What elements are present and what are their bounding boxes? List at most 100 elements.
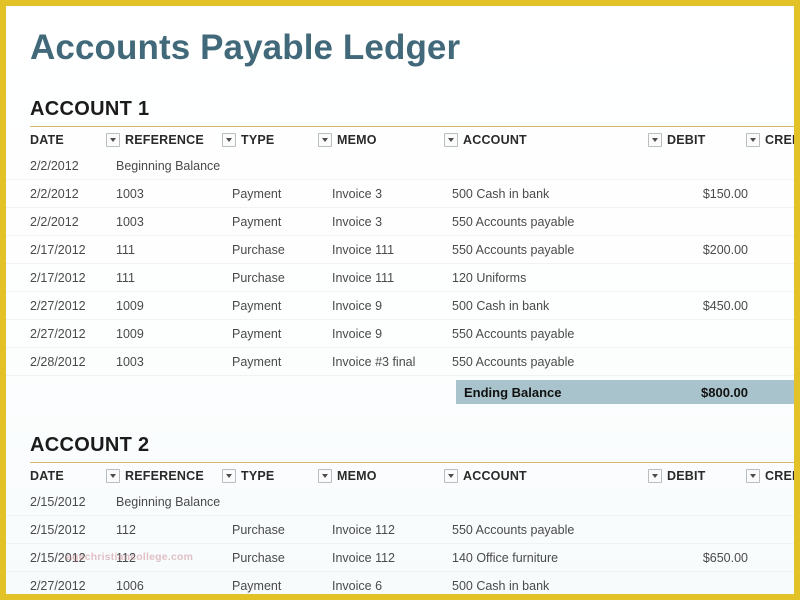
column-header-label: DATE bbox=[30, 133, 64, 147]
cell-memo: Invoice 3 bbox=[332, 214, 383, 229]
column-header-label: DEBIT bbox=[667, 133, 706, 147]
cell-debit: $150.00 bbox=[702, 186, 748, 201]
cell-memo: Invoice 9 bbox=[332, 326, 383, 341]
table-row[interactable]: 2/27/2012 1006 Payment Invoice 6 500 Cash in… bbox=[6, 572, 794, 594]
column-header-reference: REFERENCE bbox=[106, 128, 204, 152]
cell-date: 2/2/2012 bbox=[30, 214, 79, 229]
filter-dropdown-reference[interactable] bbox=[106, 469, 120, 483]
cell-date: 2/15/2012 bbox=[30, 522, 86, 537]
cell-date: 2/27/2012 bbox=[30, 578, 86, 593]
filter-dropdown-credit[interactable] bbox=[746, 133, 760, 147]
filter-dropdown-type[interactable] bbox=[222, 469, 236, 483]
cell-reference: 1003 bbox=[116, 354, 144, 369]
cell-date: 2/15/2012 bbox=[30, 550, 86, 565]
ledger-sheet: Accounts Payable Ledger ACCOUNT 1 DATE REF… bbox=[6, 6, 794, 594]
column-header-label: REFERENCE bbox=[125, 469, 204, 483]
filter-dropdown-reference[interactable] bbox=[106, 133, 120, 147]
column-header-type: TYPE bbox=[222, 128, 274, 152]
chevron-down-icon bbox=[322, 138, 328, 142]
filter-dropdown-type[interactable] bbox=[222, 133, 236, 147]
filter-dropdown-debit[interactable] bbox=[648, 469, 662, 483]
column-header-type: TYPE bbox=[222, 464, 274, 488]
table-header-row: DATE REFERENCE TYPE MEMO ACCOUNT DEBIT CREDIT bbox=[6, 128, 794, 152]
cell-reference: 112 bbox=[116, 550, 136, 565]
column-header-reference: REFERENCE bbox=[106, 464, 204, 488]
chevron-down-icon bbox=[750, 474, 756, 478]
chevron-down-icon bbox=[652, 138, 658, 142]
cell-memo: Invoice 112 bbox=[332, 550, 396, 565]
cell-date: 2/2/2012 bbox=[30, 186, 79, 201]
table-row[interactable]: 2/17/2012 111 Purchase Invoice 111 550 Accou… bbox=[6, 236, 794, 264]
table-row[interactable]: 2/27/2012 1009 Payment Invoice 9 500 Cash in… bbox=[6, 292, 794, 320]
column-header-date: DATE bbox=[30, 464, 64, 488]
cell-type: Purchase bbox=[232, 522, 285, 537]
cell-memo: Invoice #3 final bbox=[332, 354, 416, 369]
cell-reference: 112 bbox=[116, 522, 136, 537]
filter-dropdown-account[interactable] bbox=[444, 469, 458, 483]
column-header-label: DATE bbox=[30, 469, 64, 483]
cell-type: Purchase bbox=[232, 242, 285, 257]
cell-date: 2/17/2012 bbox=[30, 270, 86, 285]
cell-memo: Invoice 111 bbox=[332, 242, 395, 257]
cell-type: Purchase bbox=[232, 550, 285, 565]
column-header-debit: DEBIT bbox=[648, 464, 706, 488]
cell-account: 140 Office furniture bbox=[452, 550, 559, 565]
cell-debit: $450.00 bbox=[702, 298, 748, 313]
chevron-down-icon bbox=[110, 474, 116, 478]
column-header-label: REFERENCE bbox=[125, 133, 204, 147]
cell-account: 500 Cash in bank bbox=[452, 578, 550, 593]
cell-type: Payment bbox=[232, 214, 282, 229]
table-row[interactable]: 2/15/2012 Beginning Balance bbox=[6, 488, 794, 516]
filter-dropdown-memo[interactable] bbox=[318, 469, 332, 483]
table-row[interactable]: 2/15/2012 112 Purchase Invoice 112 550 Accou… bbox=[6, 516, 794, 544]
cell-account: 550 Accounts payable bbox=[452, 242, 575, 257]
cell-reference: 1006 bbox=[116, 578, 144, 593]
cell-type: Payment bbox=[232, 354, 282, 369]
column-header-label: TYPE bbox=[241, 133, 275, 147]
document-frame: Accounts Payable Ledger ACCOUNT 1 DATE REF… bbox=[0, 0, 800, 600]
cell-account: 120 Uniforms bbox=[452, 270, 527, 285]
filter-dropdown-account[interactable] bbox=[444, 133, 458, 147]
filter-dropdown-debit[interactable] bbox=[648, 133, 662, 147]
cell-reference: 111 bbox=[116, 270, 136, 285]
ending-balance-amount: $800.00 bbox=[701, 384, 748, 400]
filter-dropdown-memo[interactable] bbox=[318, 133, 332, 147]
cell-date: 2/27/2012 bbox=[30, 326, 86, 341]
table-row[interactable]: 2/28/2012 1003 Payment Invoice #3 final 550 … bbox=[6, 348, 794, 376]
cell-account: 550 Accounts payable bbox=[452, 354, 575, 369]
table-row[interactable]: 2/2/2012 Beginning Balance bbox=[6, 152, 794, 180]
cell-type: Payment bbox=[232, 186, 282, 201]
cell-reference: 1009 bbox=[116, 326, 144, 341]
cell-debit: $650.00 bbox=[702, 550, 748, 565]
cell-type: Purchase bbox=[232, 270, 285, 285]
cell-reference: 1003 bbox=[116, 186, 144, 201]
ledger-table: DATE REFERENCE TYPE MEMO ACCOUNT DEBIT CREDIT 2… bbox=[6, 464, 794, 594]
chevron-down-icon bbox=[226, 474, 232, 478]
chevron-down-icon bbox=[110, 138, 116, 142]
filter-dropdown-credit[interactable] bbox=[746, 469, 760, 483]
cell-account: 550 Accounts payable bbox=[452, 326, 575, 341]
table-row[interactable]: 2/15/2012 112 Purchase Invoice 112 140 Offic… bbox=[6, 544, 794, 572]
cell-reference: 1009 bbox=[116, 298, 144, 313]
column-header-date: DATE bbox=[30, 128, 64, 152]
cell-date: 2/28/2012 bbox=[30, 354, 86, 369]
column-header-label: MEMO bbox=[337, 469, 377, 483]
cell-date: 2/17/2012 bbox=[30, 242, 86, 257]
ending-balance-label: Ending Balance bbox=[464, 384, 562, 400]
cell-account: 550 Accounts payable bbox=[452, 522, 575, 537]
table-row[interactable]: 2/2/2012 1003 Payment Invoice 3 500 Cash in … bbox=[6, 180, 794, 208]
table-row[interactable]: 2/27/2012 1009 Payment Invoice 9 550 Account… bbox=[6, 320, 794, 348]
column-header-label: CREDIT bbox=[765, 133, 794, 147]
section-heading: ACCOUNT 1 bbox=[30, 98, 150, 120]
column-header-label: TYPE bbox=[241, 469, 275, 483]
cell-date: 2/2/2012 bbox=[30, 158, 79, 173]
chevron-down-icon bbox=[448, 474, 454, 478]
cell-memo: Invoice 9 bbox=[332, 298, 383, 313]
column-header-credit: CREDIT bbox=[746, 128, 794, 152]
table-row[interactable]: 2/2/2012 1003 Payment Invoice 3 550 Accounts… bbox=[6, 208, 794, 236]
cell-reference: Beginning Balance bbox=[116, 494, 221, 509]
cell-date: 2/15/2012 bbox=[30, 494, 86, 509]
cell-reference: Beginning Balance bbox=[116, 158, 221, 173]
table-row[interactable]: 2/17/2012 111 Purchase Invoice 111 120 Unifo… bbox=[6, 264, 794, 292]
page-title: Accounts Payable Ledger bbox=[30, 28, 461, 67]
